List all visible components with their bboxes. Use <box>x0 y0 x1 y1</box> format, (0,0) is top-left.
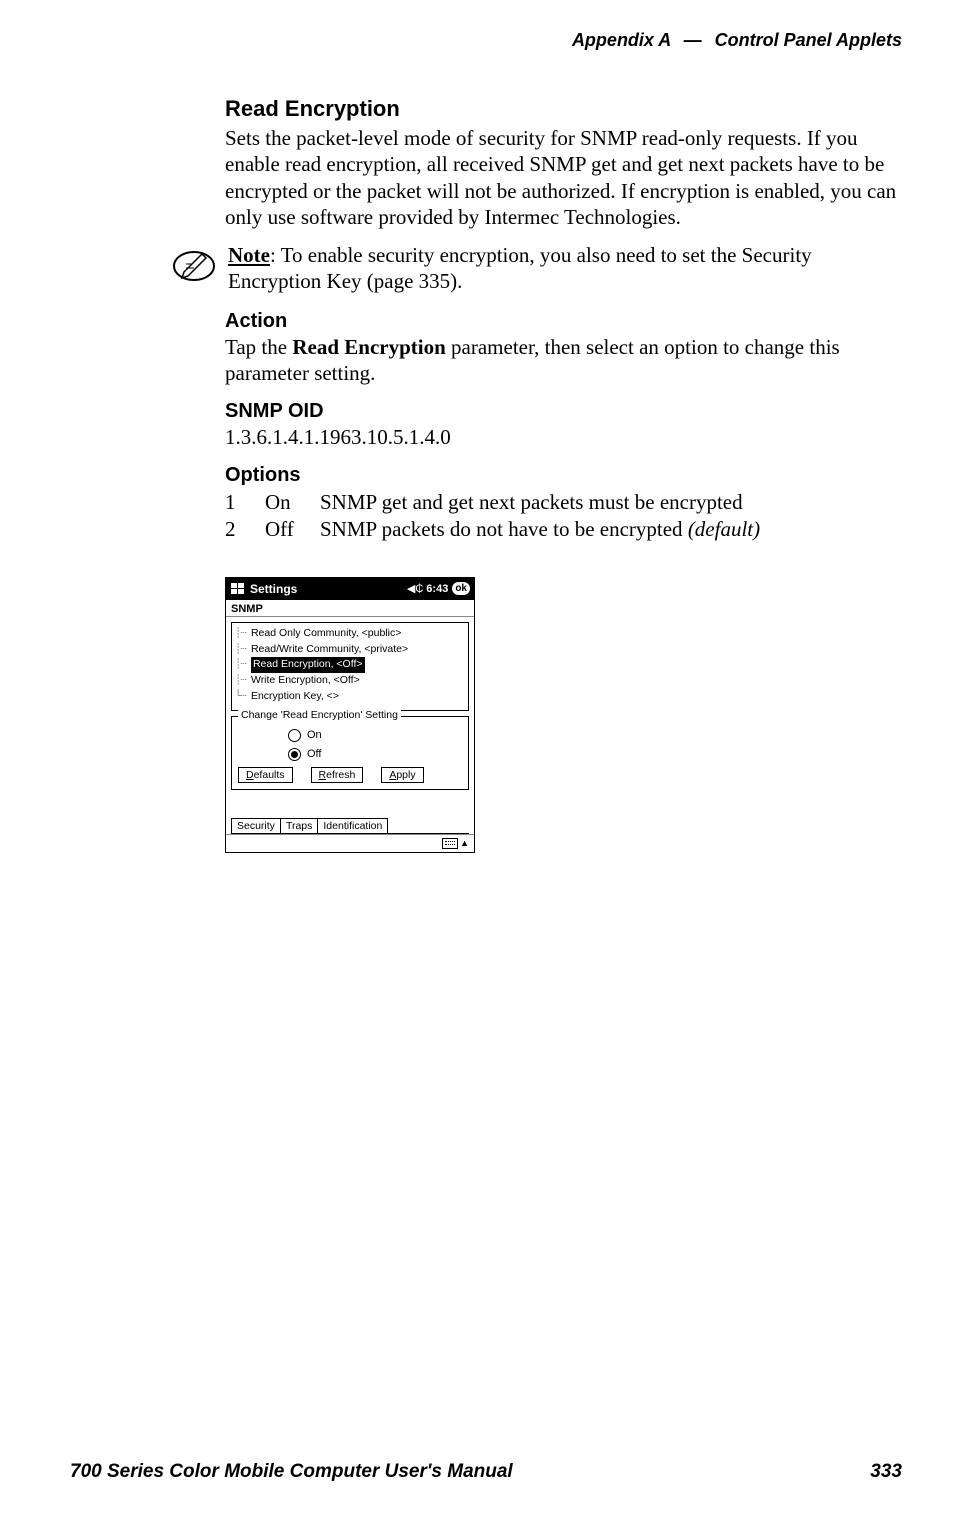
radio-on[interactable]: On <box>288 729 462 742</box>
option-num: 2 <box>225 516 265 542</box>
option-desc: SNMP get and get next packets must be en… <box>320 489 782 515</box>
action-body: Tap the Read Encryption parameter, then … <box>225 334 902 387</box>
button-row: Defaults Refresh Apply <box>238 767 462 783</box>
header-appendix: Appendix A <box>572 30 671 50</box>
note-pencil-icon <box>170 244 218 289</box>
tabs-row: Security Traps Identification <box>231 818 469 834</box>
footer-page-number: 333 <box>870 1461 902 1483</box>
option-label: Off <box>265 516 320 542</box>
radio-off[interactable]: Off <box>288 748 462 761</box>
option-label: On <box>265 489 320 515</box>
action-title: Action <box>225 310 902 333</box>
note-block: Note: To enable security encryption, you… <box>170 242 902 295</box>
header-dash: — <box>684 30 702 50</box>
page-header: Appendix A — Control Panel Applets <box>70 30 902 51</box>
group-box: Change 'Read Encryption' Setting On Off … <box>231 716 469 790</box>
option-desc: SNMP packets do not have to be encrypted… <box>320 516 782 542</box>
tree-item[interactable]: ┊┄ Read Only Community, <public> <box>235 626 465 642</box>
table-row: 1 On SNMP get and get next packets must … <box>225 489 782 515</box>
radio-icon-checked[interactable] <box>288 748 301 761</box>
device-screenshot: Settings ◀₵ 6:43 ok SNMP ┊┄ Read Only Co… <box>225 577 475 853</box>
tab-traps[interactable]: Traps <box>280 818 318 833</box>
keyboard-icon[interactable] <box>442 838 458 849</box>
tab-identification[interactable]: Identification <box>317 818 388 833</box>
action-bold: Read Encryption <box>292 335 445 359</box>
footer-left: 700 Series Color Mobile Computer User's … <box>70 1461 513 1483</box>
windows-logo-icon[interactable] <box>230 581 246 597</box>
tree-item[interactable]: ┊┄ Read/Write Community, <private> <box>235 642 465 658</box>
page-footer: 700 Series Color Mobile Computer User's … <box>70 1461 902 1483</box>
section-title: Read Encryption <box>225 96 902 122</box>
apply-button[interactable]: Apply <box>381 767 423 783</box>
group-legend: Change 'Read Encryption' Setting <box>238 709 401 721</box>
device-titlebar: Settings ◀₵ 6:43 ok <box>226 578 474 600</box>
main-content: Read Encryption Sets the packet-level mo… <box>225 96 902 230</box>
note-text: Note: To enable security encryption, you… <box>228 242 902 295</box>
action-pre: Tap the <box>225 335 292 359</box>
device-title: Settings <box>250 582 407 596</box>
table-row: 2 Off SNMP packets do not have to be enc… <box>225 516 782 542</box>
action-block: Action Tap the Read Encryption parameter… <box>225 310 902 542</box>
tree-item[interactable]: ┊┄ Write Encryption, <Off> <box>235 673 465 689</box>
bottom-bar: ▲ <box>226 834 474 852</box>
header-title: Control Panel Applets <box>715 30 902 50</box>
option-num: 1 <box>225 489 265 515</box>
tree-item-selected[interactable]: ┊┄ Read Encryption, <Off> <box>235 657 465 673</box>
oid-value: 1.3.6.1.4.1.1963.10.5.1.4.0 <box>225 424 902 450</box>
speaker-icon[interactable]: ◀₵ <box>407 582 423 595</box>
tree-box: ┊┄ Read Only Community, <public> ┊┄ Read… <box>231 622 469 711</box>
section-body: Sets the packet-level mode of security f… <box>225 125 902 230</box>
device-time: 6:43 <box>426 583 448 595</box>
refresh-button[interactable]: Refresh <box>311 767 364 783</box>
tab-security[interactable]: Security <box>231 818 281 833</box>
defaults-button[interactable]: Defaults <box>238 767 293 783</box>
up-caret-icon[interactable]: ▲ <box>460 838 469 848</box>
radio-icon[interactable] <box>288 729 301 742</box>
note-body: : To enable security encryption, you als… <box>228 243 812 293</box>
options-title: Options <box>225 464 902 487</box>
ok-button[interactable]: ok <box>452 582 470 595</box>
radio-label: Off <box>307 748 321 760</box>
note-label: Note <box>228 243 270 267</box>
tree-item[interactable]: └┄ Encryption Key, <> <box>235 689 465 705</box>
oid-title: SNMP OID <box>225 400 902 423</box>
device-subtitle: SNMP <box>226 600 474 617</box>
radio-label: On <box>307 729 322 741</box>
options-table: 1 On SNMP get and get next packets must … <box>225 489 782 542</box>
